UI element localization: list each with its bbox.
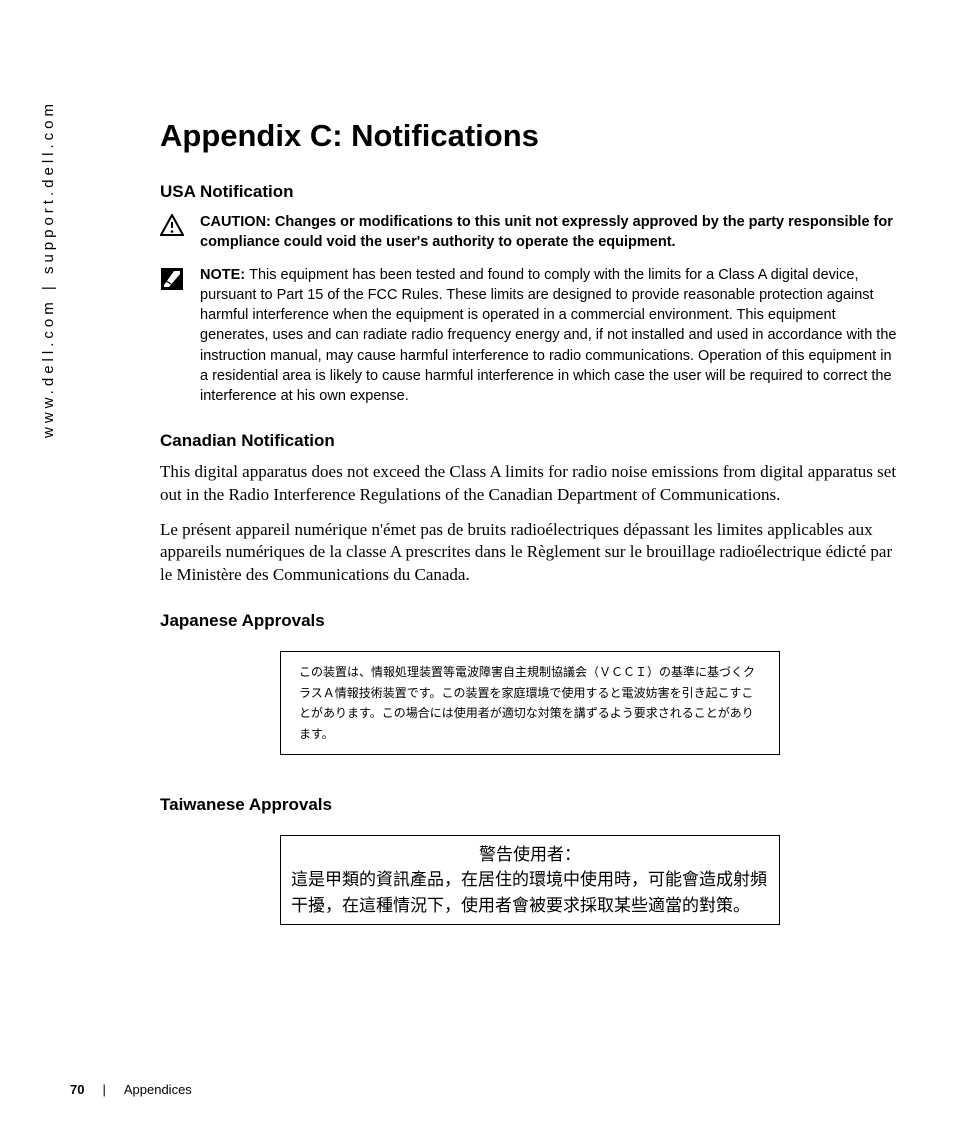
note-text: This equipment has been tested and found…	[200, 267, 896, 405]
page-title: Appendix C: Notifications	[160, 118, 900, 154]
canada-para-en: This digital apparatus does not exceed t…	[160, 461, 900, 507]
page-number: 70	[70, 1082, 84, 1097]
canada-heading: Canadian Notification	[160, 431, 900, 451]
caution-block: CAUTION: Changes or modifications to thi…	[160, 212, 900, 253]
caution-icon	[160, 212, 188, 241]
footer-divider: |	[102, 1082, 105, 1097]
usa-heading: USA Notification	[160, 182, 900, 202]
caution-label: CAUTION:	[200, 214, 275, 230]
note-label: NOTE:	[200, 267, 249, 283]
japan-heading: Japanese Approvals	[160, 611, 900, 631]
note-icon	[160, 265, 188, 296]
japan-box: この装置は、情報処理装置等電波障害自主規制協議会（ＶＣＣＩ）の基準に基づくクラス…	[280, 651, 780, 755]
page-footer: 70 | Appendices	[70, 1082, 192, 1097]
footer-section: Appendices	[124, 1082, 192, 1097]
taiwan-box: 警告使用者： 這是甲類的資訊產品，在居住的環境中使用時，可能會造成射頻 干擾，在…	[280, 835, 780, 926]
taiwan-line1: 警告使用者：	[291, 842, 769, 868]
caution-text: Changes or modifications to this unit no…	[200, 214, 893, 250]
canada-para-fr: Le présent appareil numérique n'émet pas…	[160, 519, 900, 588]
page-content: Appendix C: Notifications USA Notificati…	[160, 118, 900, 925]
note-block: NOTE: This equipment has been tested and…	[160, 265, 900, 407]
taiwan-line3: 干擾，在這種情況下，使用者會被要求採取某些適當的對策。	[291, 893, 769, 919]
taiwan-line2: 這是甲類的資訊產品，在居住的環境中使用時，可能會造成射頻	[291, 867, 769, 893]
sidebar-url: www.dell.com | support.dell.com	[40, 100, 57, 438]
taiwan-heading: Taiwanese Approvals	[160, 795, 900, 815]
